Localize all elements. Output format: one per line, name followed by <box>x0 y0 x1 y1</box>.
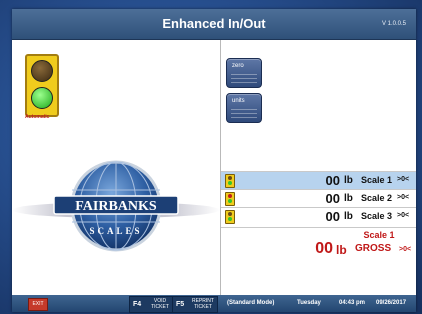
date-text: 09/26/2017 <box>376 300 407 306</box>
left-panel: Automatic FAIRBANKS SCALES <box>12 40 221 295</box>
title-bar: Enhanced In/Out V 1.0.0.5 <box>12 9 416 40</box>
version-label: V 1.0.0.5 <box>381 21 406 27</box>
scale-weight: 00 <box>325 191 340 206</box>
zero-button[interactable]: zero <box>226 58 262 88</box>
reprint-ticket-button[interactable]: F5 REPRINT TICKET <box>172 296 218 313</box>
button-line <box>231 113 257 114</box>
day-text: Tuesday <box>297 300 321 306</box>
button-line <box>231 78 257 79</box>
total-weight: 00 <box>315 240 333 257</box>
button-line <box>231 117 257 118</box>
units-button-label: units <box>232 98 245 104</box>
total-unit: lb <box>336 243 347 257</box>
void-ticket-button[interactable]: F4 VOID TICKET <box>129 296 173 313</box>
scale-status-icon <box>225 174 235 188</box>
center-zero-indicator: >0< <box>397 194 410 201</box>
scale-name: Scale 2 <box>361 193 393 203</box>
center-zero-indicator: >0< <box>397 176 410 183</box>
button-line <box>231 74 257 75</box>
center-zero-indicator: >0< <box>397 212 410 219</box>
scale-row-1[interactable]: 00 lb Scale 1 >0< <box>221 171 416 189</box>
total-weight-panel: 00 lb Scale 1 GROSS >0< <box>221 227 416 260</box>
right-panel: zero units 00 lb Scale 1 >0< 00 lb Scale… <box>221 40 416 295</box>
f5-key-label: F5 <box>176 301 185 308</box>
button-line <box>231 82 257 83</box>
exit-button[interactable]: EXIT <box>28 298 48 311</box>
app-window: Enhanced In/Out V 1.0.0.5 Automatic FAIR… <box>12 9 416 313</box>
f4-key-label: F4 <box>133 301 142 308</box>
status-bar: EXIT F4 VOID TICKET F5 REPRINT TICKET (S… <box>12 295 416 313</box>
scale-status-icon <box>225 210 235 224</box>
scale-name: Scale 3 <box>361 211 393 221</box>
f5-text: REPRINT TICKET <box>192 298 214 310</box>
scale-weight: 00 <box>325 173 340 188</box>
scale-row-2[interactable]: 00 lb Scale 2 >0< <box>221 189 416 207</box>
app-title: Enhanced In/Out <box>162 16 266 31</box>
logo-text-fairbanks: FAIRBANKS <box>75 199 157 214</box>
mode-text: (Standard Mode) <box>227 300 275 306</box>
total-scale-name: Scale 1 <box>363 230 395 240</box>
traffic-light-label: Automatic <box>25 114 50 120</box>
scale-unit: lb <box>344 175 353 186</box>
scale-status-icon <box>225 192 235 206</box>
time-text: 04:43 pm <box>339 300 366 306</box>
scale-weight: 00 <box>325 209 340 224</box>
logo-text-scales: SCALES <box>89 226 142 236</box>
total-zero-indicator: >0< <box>399 246 412 253</box>
total-mode: GROSS <box>355 243 392 254</box>
red-lamp-icon <box>31 60 53 82</box>
scale-row-3[interactable]: 00 lb Scale 3 >0< <box>221 207 416 225</box>
f4-text: VOID TICKET <box>151 298 169 310</box>
scale-unit: lb <box>344 211 353 222</box>
scale-unit: lb <box>344 193 353 204</box>
traffic-light-icon[interactable] <box>25 54 59 117</box>
scale-name: Scale 1 <box>361 175 393 185</box>
units-button[interactable]: units <box>226 93 262 123</box>
zero-button-label: zero <box>232 63 244 69</box>
green-lamp-icon <box>31 87 53 109</box>
globe-logo-icon: FAIRBANKS SCALES <box>53 160 179 252</box>
fairbanks-logo: FAIRBANKS SCALES <box>12 150 220 260</box>
button-line <box>231 109 257 110</box>
